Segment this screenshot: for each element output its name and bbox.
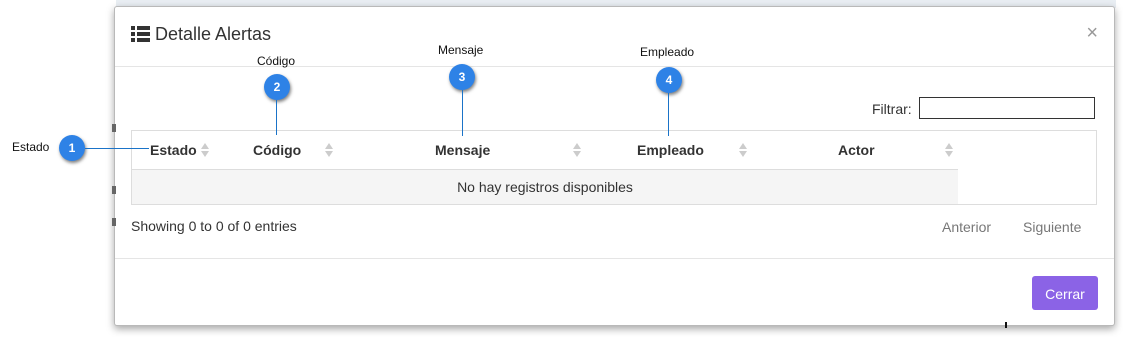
cerrar-button[interactable]: Cerrar — [1032, 276, 1098, 310]
sort-icon[interactable] — [944, 131, 954, 169]
callout-label-estado: Estado — [12, 140, 50, 154]
column-header-mensaje[interactable]: Mensaje — [435, 131, 490, 169]
callout-connector — [668, 93, 669, 136]
close-icon[interactable]: × — [1086, 23, 1098, 43]
table-info-text: Showing 0 to 0 of 0 entries — [131, 218, 297, 234]
background-fragment — [1005, 322, 1007, 328]
empty-table-message: No hay registros disponibles — [132, 170, 958, 204]
pagination-previous[interactable]: Anterior — [942, 219, 991, 235]
column-header-actor[interactable]: Actor — [838, 131, 875, 169]
filter-label: Filtrar: — [872, 101, 912, 117]
background-fragment — [112, 186, 116, 194]
footer-divider — [115, 258, 1114, 259]
callout-label-codigo: Código — [257, 54, 296, 68]
modal-title: Detalle Alertas — [155, 24, 272, 44]
callout-badge-2: 2 — [264, 74, 290, 100]
callout-badge-1: 1 — [59, 135, 85, 161]
list-icon — [131, 26, 150, 42]
sort-icon[interactable] — [200, 131, 210, 169]
background-fragment — [112, 124, 116, 132]
sort-icon[interactable] — [572, 131, 582, 169]
callout-connector — [85, 148, 149, 149]
callout-connector — [276, 100, 277, 135]
sort-icon[interactable] — [738, 131, 748, 169]
alerts-table: Estado Código Mensaje Empleado Actor No … — [131, 130, 1097, 205]
background-fragment — [112, 218, 116, 226]
column-header-estado[interactable]: Estado — [150, 131, 197, 169]
callout-badge-3: 3 — [449, 64, 475, 90]
callout-label-empleado: Empleado — [640, 45, 695, 59]
callout-label-mensaje: Mensaje — [438, 43, 484, 57]
pagination-next[interactable]: Siguiente — [1023, 219, 1081, 235]
callout-connector — [462, 90, 463, 136]
callout-badge-4: 4 — [656, 67, 682, 93]
filter-input[interactable] — [919, 97, 1095, 119]
column-header-empleado[interactable]: Empleado — [637, 131, 704, 169]
column-header-codigo[interactable]: Código — [253, 131, 301, 169]
sort-icon[interactable] — [324, 131, 334, 169]
